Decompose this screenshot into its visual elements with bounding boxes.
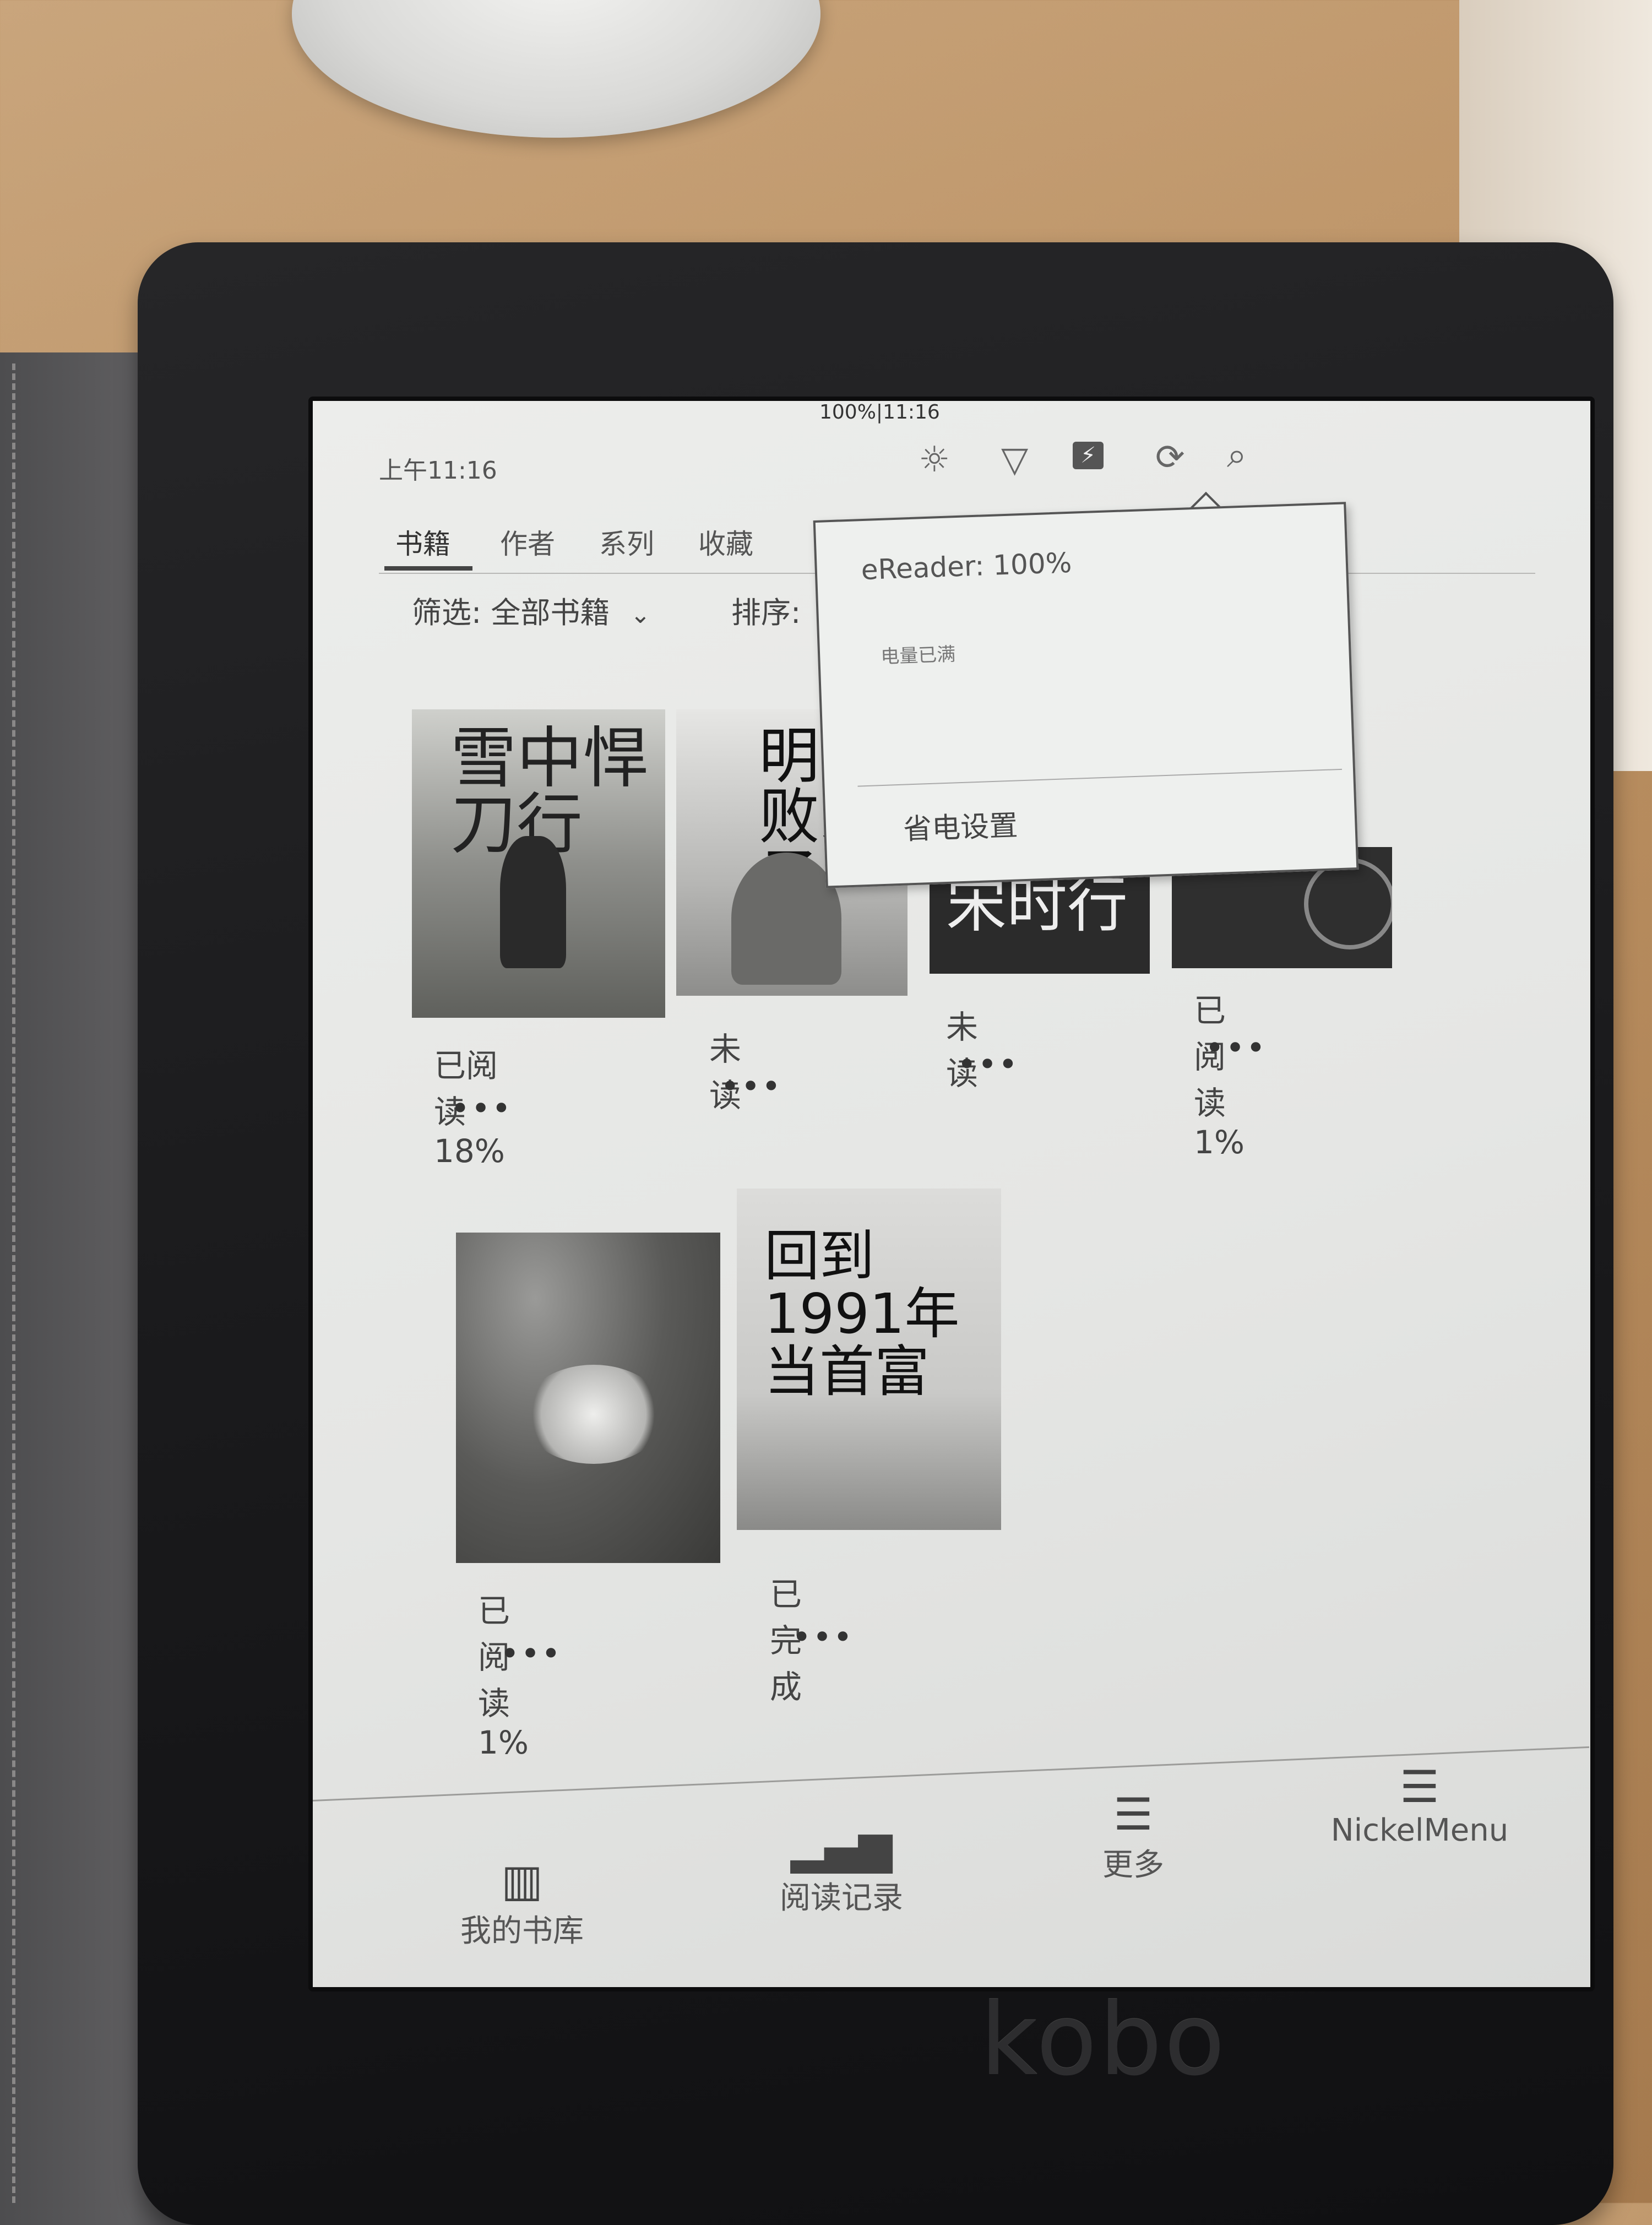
stats-icon: ▂▄▆ — [790, 1822, 893, 1873]
more-options-icon[interactable]: ••• — [450, 1089, 512, 1128]
active-tab-indicator — [384, 566, 472, 571]
more-options-icon[interactable]: ••• — [792, 1618, 854, 1657]
nav-my-library[interactable]: ▥ 我的书库 — [423, 1855, 621, 1951]
menu-icon: ☰ — [1400, 1761, 1439, 1812]
menu-icon: ☰ — [1113, 1789, 1153, 1840]
reading-status: 已阅读 1% — [478, 1592, 529, 1761]
cover-blossoms — [522, 1365, 665, 1464]
nav-more[interactable]: ☰ 更多 — [1051, 1789, 1216, 1885]
sort-dropdown[interactable]: 排序: — [731, 588, 801, 632]
filter-dropdown[interactable]: 筛选: 全部书籍 ⌄ — [412, 588, 650, 632]
cover-figure — [500, 836, 566, 968]
clock: 上午11:16 — [379, 457, 497, 485]
nav-label: 阅读记录 — [780, 1880, 903, 1916]
nav-label: 我的书库 — [460, 1913, 584, 1949]
battery-popup: eReader: 100% 电量已满 省电设置 — [813, 502, 1359, 888]
tab-collections[interactable]: 收藏 — [698, 522, 753, 562]
tab-series[interactable]: 系列 — [599, 522, 654, 562]
cover-title: 宋时行 — [946, 870, 1128, 940]
cover-title: 雪中悍刀行 — [450, 720, 649, 863]
kobo-logo: kobo — [980, 1983, 1227, 2098]
cover-stitching — [12, 363, 17, 2203]
book-cover[interactable]: 雪中悍刀行 — [412, 709, 665, 1018]
more-options-icon[interactable]: ••• — [1205, 1029, 1267, 1067]
nav-label: NickelMenu — [1330, 1812, 1509, 1848]
reading-status: 已阅读 1% — [1194, 992, 1245, 1161]
battery-icon[interactable]: ⚡ — [1073, 442, 1104, 469]
power-saving-settings-button[interactable]: 省电设置 — [903, 802, 1019, 847]
library-icon: ▥ — [501, 1855, 543, 1906]
battery-status: eReader: 100% — [860, 546, 1073, 587]
search-icon[interactable]: ⌕ — [1227, 435, 1247, 476]
chevron-down-icon: ⌄ — [630, 601, 651, 629]
book-cover[interactable]: 回到1991年当首富 — [737, 1189, 1001, 1530]
filter-label: 筛选: 全部书籍 — [412, 595, 610, 630]
tab-books[interactable]: 书籍 — [395, 522, 450, 562]
battery-full-text: 电量已满 — [880, 643, 956, 668]
wifi-icon[interactable]: ▽ — [1001, 439, 1028, 480]
more-options-icon[interactable]: ••• — [500, 1635, 562, 1673]
more-options-icon[interactable]: ••• — [720, 1067, 782, 1106]
brightness-icon[interactable]: ☼ — [919, 439, 950, 480]
nav-nickelmenu[interactable]: ☰ NickelMenu — [1304, 1761, 1535, 1848]
popup-divider — [857, 768, 1343, 787]
cover-title: 回到1991年当首富 — [764, 1224, 960, 1404]
tab-authors[interactable]: 作者 — [500, 522, 555, 562]
mouse — [292, 0, 820, 138]
battery-clock-readout: 100%|11:16 — [819, 401, 940, 424]
nav-reading-stats[interactable]: ▂▄▆ 阅读记录 — [731, 1822, 952, 1918]
sync-icon[interactable]: ⟳ — [1155, 437, 1185, 478]
nav-label: 更多 — [1102, 1847, 1164, 1883]
cover-decoration — [1304, 858, 1392, 949]
more-options-icon[interactable]: ••• — [957, 1045, 1019, 1084]
ereader-screen: 100%|11:16 上午11:16 ☼ ▽ ⚡ ⟳ ⌕ 书籍 作者 系列 收藏… — [308, 397, 1595, 1991]
book-cover[interactable] — [456, 1233, 720, 1563]
